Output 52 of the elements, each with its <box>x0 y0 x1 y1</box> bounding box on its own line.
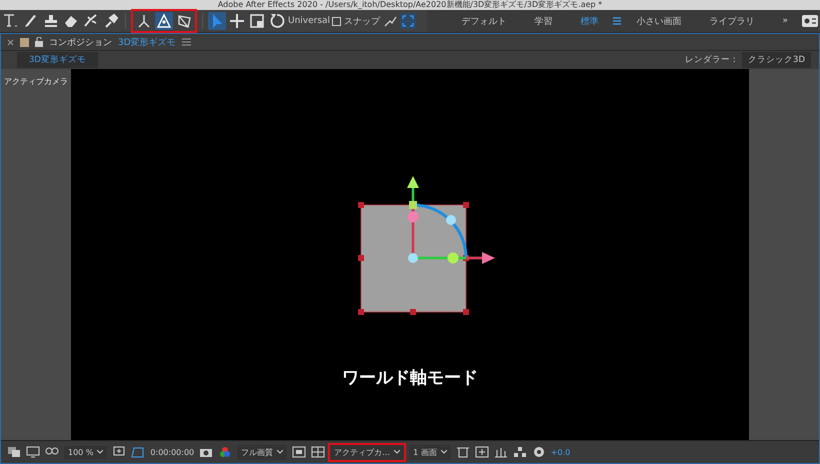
snap-checkbox[interactable]: スナップ <box>332 14 380 28</box>
dropdown-value: フル画質 <box>241 446 274 458</box>
dropdown-value: 1 画面 <box>413 446 437 458</box>
dropdown-value: 100 % <box>68 448 94 456</box>
workspace-tab[interactable]: デフォルト <box>447 14 520 28</box>
workspace-tab[interactable]: 小さい画面 <box>622 14 696 28</box>
workspace-tab[interactable]: 学習 <box>520 14 566 28</box>
monitor-icon[interactable] <box>26 446 40 458</box>
crosshair-icon[interactable] <box>228 12 246 30</box>
exposure-value[interactable]: +0.0 <box>550 448 570 456</box>
renderer-button[interactable]: クラシック3D <box>742 52 811 68</box>
rotate-icon[interactable] <box>268 12 286 30</box>
lock-icon[interactable] <box>35 37 43 47</box>
zoom-dropdown[interactable]: 100 % <box>64 446 108 458</box>
layers-icon[interactable] <box>7 446 21 458</box>
timecode: 0:00:00:00 <box>150 448 194 456</box>
stamp-icon[interactable] <box>42 12 60 30</box>
fast-preview-icon[interactable] <box>474 446 489 458</box>
square-icon[interactable] <box>248 12 266 30</box>
chevron-icon <box>394 450 400 454</box>
transparency-grid-icon[interactable] <box>311 446 326 458</box>
overflow-button[interactable]: » <box>768 16 802 26</box>
snap-label: スナップ <box>344 15 380 28</box>
workspace-tab[interactable]: ライブラリ <box>695 14 768 28</box>
menu-icon[interactable] <box>182 38 191 46</box>
view-layout-dropdown[interactable]: 1 画面 <box>409 444 451 460</box>
composition-name: 3D変形ギズモ <box>118 36 176 48</box>
chevron-icon <box>97 450 104 454</box>
workspace-tab[interactable]: 標準 <box>566 14 612 28</box>
window-title: Adobe After Effects 2020 - /Users/k_itoh/Desktop/Ae2020新機能/3D変形ギズモ/3D変形ギズモ.aep * <box>216 0 604 10</box>
renderer-label: レンダラー： <box>685 54 740 66</box>
chevron-icon <box>440 450 447 454</box>
dropdown-value: アクティブカ… <box>334 446 390 458</box>
gizmo-mode-label: Universal <box>288 16 330 26</box>
world-axis-icon[interactable] <box>155 12 173 30</box>
camera-view-dropdown[interactable]: アクティブカ… <box>330 444 404 460</box>
resolution-dropdown[interactable]: フル画質 <box>237 444 288 460</box>
composition-tab[interactable]: 3D変形ギズモ <box>17 52 98 68</box>
flowchart-icon[interactable] <box>512 446 527 458</box>
grid-frame-icon[interactable] <box>400 13 416 29</box>
mode-caption: ワールド軸モード <box>341 367 479 389</box>
workspace-icon[interactable] <box>802 15 818 27</box>
camera-icon[interactable] <box>199 446 214 458</box>
close-icon[interactable] <box>7 38 14 46</box>
checkbox-icon[interactable] <box>332 16 342 26</box>
safe-area-icon[interactable] <box>112 446 126 458</box>
panel-title: コンポジション <box>49 36 112 48</box>
type-tool-icon[interactable] <box>2 12 20 30</box>
menu-icon[interactable] <box>612 16 622 26</box>
color-channels-icon[interactable] <box>218 446 232 458</box>
region-icon[interactable] <box>292 446 306 458</box>
chevron-icon <box>277 450 284 454</box>
